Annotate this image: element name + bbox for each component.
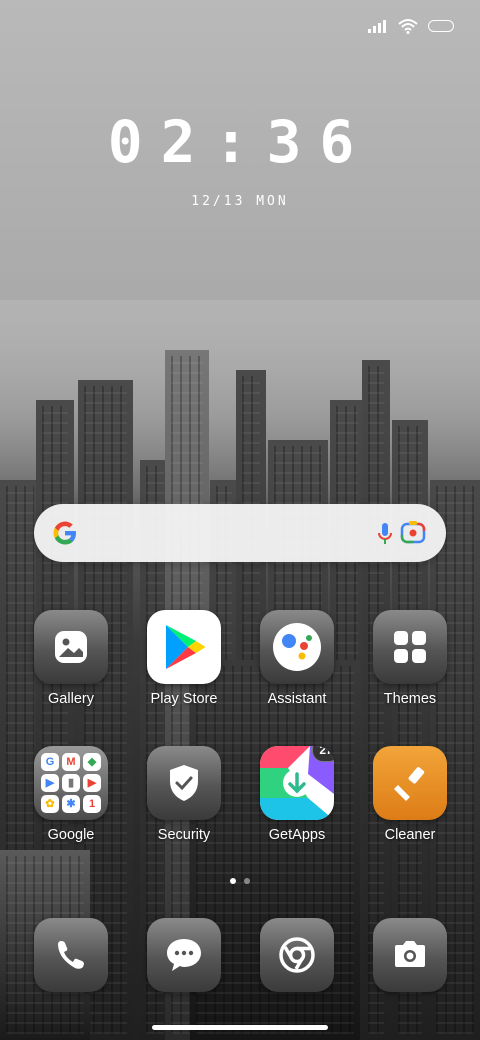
google-folder-icon: G M ◆ ▶ ▮ ▶ ✿ ✱ 1 (34, 746, 108, 820)
phone-icon (34, 918, 108, 992)
app-label: Cleaner (384, 827, 436, 843)
page-indicator (0, 878, 480, 884)
app-themes[interactable]: Themes (362, 610, 458, 707)
folder-google[interactable]: G M ◆ ▶ ▮ ▶ ✿ ✱ 1 Google (23, 746, 119, 843)
camera-icon (373, 918, 447, 992)
app-getapps[interactable]: 27 GetApps (249, 746, 345, 843)
app-label: Security (157, 827, 211, 843)
notification-badge: 27 (312, 746, 334, 762)
getapps-icon: 27 (260, 746, 334, 820)
google-g-icon (53, 521, 76, 545)
app-play-store[interactable]: Play Store (136, 610, 232, 707)
app-security[interactable]: Security (136, 746, 232, 843)
dock-chrome[interactable] (249, 918, 345, 992)
app-label: Gallery (48, 691, 94, 707)
security-icon (147, 746, 221, 820)
app-cleaner[interactable]: Cleaner (362, 746, 458, 843)
play-store-icon (147, 610, 221, 684)
dock-camera[interactable] (362, 918, 458, 992)
page-dot-2[interactable] (244, 878, 250, 884)
app-gallery[interactable]: Gallery (23, 610, 119, 707)
clock-date[interactable]: 12/13 MON (0, 194, 480, 209)
themes-icon (373, 610, 447, 684)
app-label: Assistant (267, 691, 327, 707)
cleaner-icon (373, 746, 447, 820)
assistant-icon (260, 610, 334, 684)
app-label: Themes (383, 691, 437, 707)
clock-time[interactable]: 02:36 (0, 108, 480, 176)
fog-overlay (0, 300, 480, 500)
page-dot-1[interactable] (230, 878, 236, 884)
dock-messages[interactable] (136, 918, 232, 992)
app-assistant[interactable]: Assistant (249, 610, 345, 707)
lens-icon[interactable] (400, 521, 426, 545)
chrome-icon (260, 918, 334, 992)
wifi-icon (398, 19, 418, 34)
status-bar (368, 18, 454, 34)
gallery-icon (34, 610, 108, 684)
google-search-bar[interactable] (34, 504, 446, 562)
dock-phone[interactable] (23, 918, 119, 992)
home-gesture-bar[interactable] (152, 1025, 328, 1030)
battery-icon (428, 20, 454, 32)
app-label: Play Store (150, 691, 218, 707)
signal-icon (368, 20, 386, 33)
app-label: Google (47, 827, 95, 843)
app-label: GetApps (268, 827, 326, 843)
messages-icon (147, 918, 221, 992)
mic-icon[interactable] (377, 522, 393, 546)
